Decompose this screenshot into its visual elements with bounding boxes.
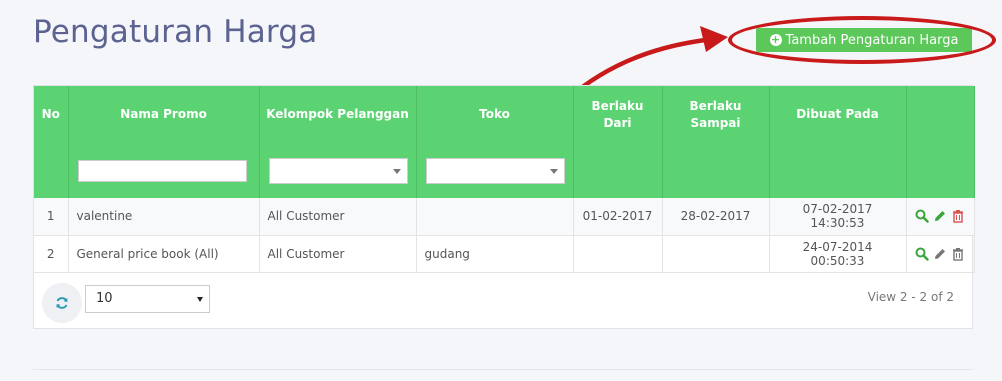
cell-nama-promo: General price book (All): [68, 235, 260, 273]
filter-cell-dibuat-pada: [769, 143, 907, 198]
column-header-no[interactable]: No: [34, 86, 69, 143]
view-count: View 2 - 2 of 2: [867, 290, 954, 304]
cell-kelompok: All Customer: [259, 235, 417, 273]
filter-cell-kelompok: [259, 143, 417, 198]
trash-icon[interactable]: [951, 247, 965, 261]
cell-berlaku-dari: 01-02-2017: [573, 198, 663, 236]
cell-no: 2: [34, 235, 69, 273]
price-settings-table: No Nama Promo Kelompok Pelanggan Toko Be…: [34, 86, 975, 273]
add-price-setting-button[interactable]: + Tambah Pengaturan Harga: [756, 28, 972, 52]
page-title: Pengaturan Harga: [33, 14, 318, 50]
cell-no: 1: [34, 198, 69, 236]
chevron-down-icon: [549, 168, 558, 174]
cell-berlaku-dari: [573, 235, 663, 273]
table-row[interactable]: 1 valentine All Customer 01-02-2017 28-0…: [34, 198, 975, 236]
cell-kelompok: All Customer: [259, 198, 417, 236]
chevron-down-icon: [197, 297, 203, 302]
kelompok-pelanggan-filter-select[interactable]: [268, 157, 408, 184]
refresh-button[interactable]: [42, 283, 82, 323]
filter-cell-berlaku-dari: [573, 143, 663, 198]
chevron-down-icon: [392, 168, 401, 174]
column-header-kelompok-pelanggan[interactable]: Kelompok Pelanggan: [259, 86, 417, 143]
cell-nama-promo: valentine: [68, 198, 260, 236]
page-size-select[interactable]: 10: [85, 285, 210, 313]
filter-cell-berlaku-sampai: [662, 143, 770, 198]
cell-berlaku-sampai: [662, 235, 770, 273]
cell-actions: [906, 235, 975, 273]
column-header-actions: [906, 86, 975, 143]
cell-toko: gudang: [416, 235, 574, 273]
pencil-icon[interactable]: [933, 247, 947, 261]
filter-cell-actions: [906, 143, 975, 198]
filter-cell-nama-promo: [68, 143, 260, 198]
cell-dibuat-pada: 24-07-2014 00:50:33: [769, 235, 907, 273]
column-header-nama-promo[interactable]: Nama Promo: [68, 86, 260, 143]
search-icon[interactable]: [915, 247, 929, 261]
column-header-berlaku-dari[interactable]: Berlaku Dari: [573, 86, 663, 143]
filter-cell-no: [34, 143, 69, 198]
column-header-toko[interactable]: Toko: [416, 86, 574, 143]
page-size-value: 10: [96, 291, 113, 306]
cell-toko: [416, 198, 574, 236]
column-header-berlaku-sampai[interactable]: Berlaku Sampai: [662, 86, 770, 143]
search-icon[interactable]: [915, 209, 929, 223]
header-row: No Nama Promo Kelompok Pelanggan Toko Be…: [34, 86, 975, 143]
column-header-dibuat-pada[interactable]: Dibuat Pada: [769, 86, 907, 143]
cell-actions: [906, 198, 975, 236]
divider: [33, 369, 973, 370]
refresh-icon: [56, 297, 68, 309]
trash-icon[interactable]: [951, 209, 965, 223]
add-button-label: Tambah Pengaturan Harga: [785, 32, 959, 48]
pager: 10 View 2 - 2 of 2: [34, 268, 972, 328]
table-row[interactable]: 2 General price book (All) All Customer …: [34, 235, 975, 273]
cell-berlaku-sampai: 28-02-2017: [662, 198, 770, 236]
filter-row: [34, 143, 975, 198]
filter-cell-toko: [416, 143, 574, 198]
price-settings-grid: No Nama Promo Kelompok Pelanggan Toko Be…: [33, 85, 975, 329]
toko-filter-select[interactable]: [425, 157, 565, 184]
cell-dibuat-pada: 07-02-2017 14:30:53: [769, 198, 907, 236]
pencil-icon[interactable]: [933, 209, 947, 223]
plus-circle-icon: +: [769, 33, 782, 46]
nama-promo-filter-input[interactable]: [77, 159, 247, 182]
